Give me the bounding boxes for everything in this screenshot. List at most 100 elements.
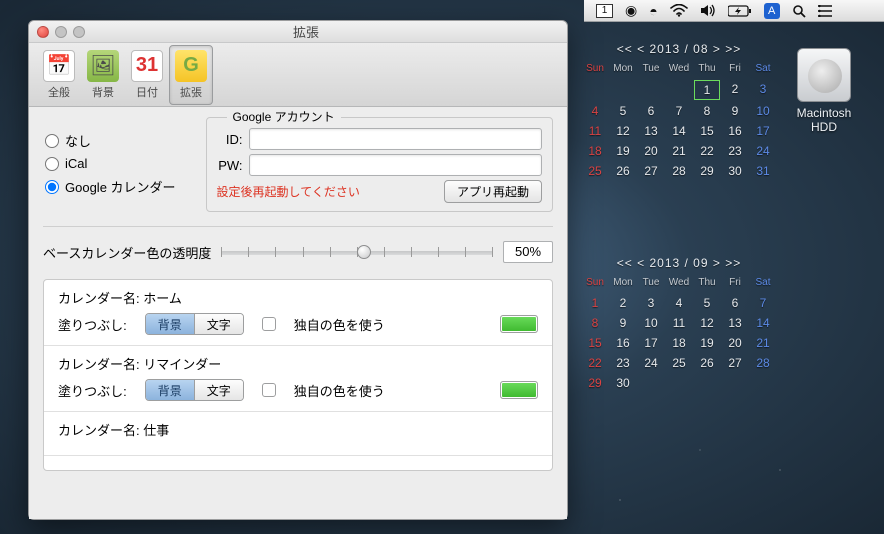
calendar-day[interactable]: 4 [582,102,608,120]
tab-extension[interactable]: G 拡張 [169,45,213,105]
restart-button[interactable]: アプリ再起動 [444,180,542,203]
calendar-day[interactable]: 2 [722,80,748,100]
calendar-day[interactable]: 26 [610,162,636,180]
opacity-value[interactable]: 50% [503,241,553,263]
spotlight-icon[interactable] [792,4,806,18]
calendar-day[interactable]: 3 [750,80,776,100]
seg-text[interactable]: 文字 [195,380,243,400]
seg-bg[interactable]: 背景 [146,380,195,400]
menubar-date-icon[interactable]: 1 [596,4,613,18]
calendar-day[interactable]: 6 [722,294,748,312]
calendar-day[interactable]: 19 [694,334,720,352]
minimize-icon[interactable] [55,26,67,38]
calendar-day[interactable]: 14 [750,314,776,332]
battery-icon[interactable] [728,5,752,17]
radio-input[interactable] [45,134,59,148]
calendar-day[interactable]: 21 [666,142,692,160]
calendar-day[interactable]: 28 [666,162,692,180]
calendar-day[interactable]: 9 [722,102,748,120]
calendar-day[interactable]: 12 [694,314,720,332]
calendar-day[interactable] [582,80,608,100]
calendar-day[interactable]: 2 [610,294,636,312]
calendar-day[interactable]: 21 [750,334,776,352]
calendar-day[interactable]: 19 [610,142,636,160]
calendar-day[interactable]: 5 [610,102,636,120]
calendar-day[interactable]: 29 [582,374,608,392]
calendar-day[interactable]: 8 [694,102,720,120]
calendar-day[interactable]: 30 [722,162,748,180]
seg-bg[interactable]: 背景 [146,314,195,334]
calendar-day[interactable]: 17 [750,122,776,140]
calendar-day[interactable]: 15 [582,334,608,352]
seg-text[interactable]: 文字 [195,314,243,334]
owncolor-checkbox[interactable] [262,383,276,397]
calendar-day[interactable]: 29 [694,162,720,180]
calendar-day[interactable]: 4 [666,294,692,312]
calendar-day[interactable]: 16 [610,334,636,352]
opacity-slider[interactable] [221,241,493,263]
id-input[interactable] [249,128,542,150]
calendar-day[interactable]: 18 [666,334,692,352]
calendar-day[interactable] [666,374,692,392]
radio-ical[interactable]: iCal [45,156,176,171]
calendar-day[interactable]: 12 [610,122,636,140]
tab-date[interactable]: 31 日付 [125,45,169,105]
fill-segment[interactable]: 背景文字 [145,379,244,401]
calendar-day[interactable]: 28 [750,354,776,372]
calendar-day[interactable]: 8 [582,314,608,332]
calendar-day[interactable]: 18 [582,142,608,160]
calendar-day[interactable]: 24 [750,142,776,160]
calendar-day[interactable] [638,374,664,392]
calendar-day[interactable]: 5 [694,294,720,312]
calendar-day[interactable]: 23 [610,354,636,372]
desktop-hdd[interactable]: Macintosh HDD [788,48,860,134]
calendar-day[interactable]: 22 [694,142,720,160]
calendar-day[interactable]: 27 [638,162,664,180]
calendar-day[interactable]: 15 [694,122,720,140]
wifi-icon[interactable] [670,4,688,17]
radio-google[interactable]: Google カレンダー [45,177,176,196]
tab-background[interactable]: 🖼 背景 [81,45,125,105]
calendar-day[interactable]: 22 [582,354,608,372]
tab-general[interactable]: 📅 全般 [37,45,81,105]
radio-none[interactable]: なし [45,131,176,150]
fill-segment[interactable]: 背景文字 [145,313,244,335]
calendar-day[interactable]: 13 [722,314,748,332]
calendar-day[interactable] [638,80,664,100]
close-icon[interactable] [37,26,49,38]
calendar-day[interactable]: 20 [722,334,748,352]
calendar-day[interactable]: 7 [666,102,692,120]
calendar-day[interactable]: 6 [638,102,664,120]
calendar-day[interactable] [750,374,776,392]
calendar-day[interactable] [610,80,636,100]
radio-input[interactable] [45,157,59,171]
calendar-day[interactable]: 27 [722,354,748,372]
titlebar[interactable]: 拡張 [29,21,567,43]
calendar-day[interactable] [722,374,748,392]
color-swatch[interactable] [500,381,538,399]
calendar-day[interactable]: 13 [638,122,664,140]
calendar-day[interactable]: 24 [638,354,664,372]
camera-icon[interactable]: ◉ [625,2,637,19]
calendar-day[interactable]: 10 [638,314,664,332]
calendar-day[interactable]: 1 [694,80,720,100]
calendar-day[interactable]: 7 [750,294,776,312]
input-source-icon[interactable]: A [764,3,780,19]
calendar-day[interactable]: 1 [582,294,608,312]
volume-icon[interactable] [700,4,716,17]
calendar-day[interactable]: 10 [750,102,776,120]
calendar-day[interactable] [666,80,692,100]
calendar-day[interactable]: 23 [722,142,748,160]
calendar-day[interactable]: 11 [666,314,692,332]
pw-input[interactable] [249,154,542,176]
calendar-header[interactable]: << < 2013 / 09 > >> [582,256,776,270]
notification-center-icon[interactable] [818,5,832,17]
calendar-day[interactable]: 25 [666,354,692,372]
calendar-list[interactable]: カレンダー名: ホーム塗りつぶし:背景文字独自の色を使うカレンダー名: リマイン… [43,279,553,471]
calendar-day[interactable]: 9 [610,314,636,332]
calendar-day[interactable]: 17 [638,334,664,352]
hat-icon[interactable]: ◓ [649,3,657,19]
owncolor-checkbox[interactable] [262,317,276,331]
calendar-day[interactable]: 14 [666,122,692,140]
calendar-day[interactable]: 20 [638,142,664,160]
